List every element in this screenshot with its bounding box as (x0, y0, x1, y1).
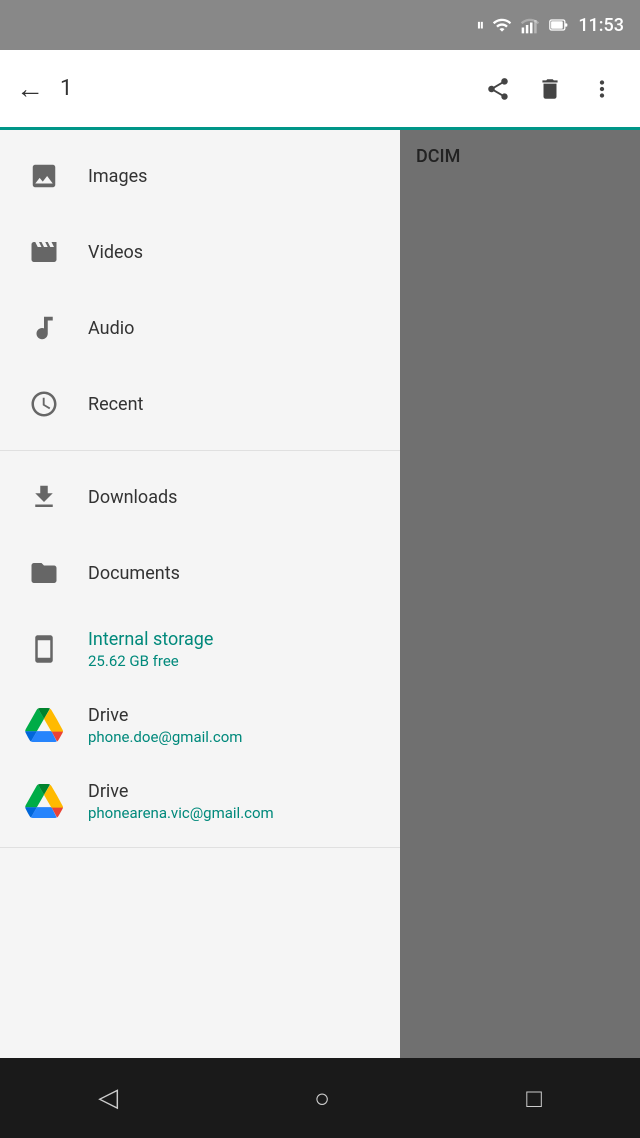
toolbar-title: 1 (60, 76, 476, 101)
documents-icon-container (20, 549, 68, 597)
nav-home-button[interactable]: ○ (314, 1083, 330, 1114)
drive-1-label: Drive (88, 705, 242, 726)
folder-name: DCIM (416, 146, 460, 167)
sidebar-item-images[interactable]: Images (0, 138, 400, 214)
status-bar: ⏸ 11:53 (0, 0, 640, 50)
videos-label: Videos (88, 242, 143, 263)
internal-storage-sublabel: 25.62 GB free (88, 652, 213, 670)
nav-bar: ◁ ○ □ (0, 1058, 640, 1138)
back-button[interactable]: ← (16, 75, 44, 103)
toolbar-actions (476, 67, 624, 111)
share-button[interactable] (476, 67, 520, 111)
right-panel: DCIM (400, 130, 640, 1058)
drive-icon-1 (25, 706, 63, 744)
delete-button[interactable] (528, 67, 572, 111)
drive-1-icon-container (20, 701, 68, 749)
drive-1-content: Drive phone.doe@gmail.com (88, 705, 242, 746)
internal-storage-label: Internal storage (88, 629, 213, 650)
battery-icon (548, 15, 570, 35)
clock-icon (29, 389, 59, 419)
drive-2-content: Drive phonearena.vic@gmail.com (88, 781, 274, 822)
status-time: 11:53 (578, 15, 624, 36)
more-button[interactable] (580, 67, 624, 111)
audio-label: Audio (88, 318, 134, 339)
signal-icon (520, 15, 540, 35)
drawer: Images Videos Audio (0, 130, 400, 1058)
nav-back-button[interactable]: ◁ (98, 1083, 118, 1113)
phone-icon-container (20, 625, 68, 673)
recent-icon-container (20, 380, 68, 428)
internal-storage-content: Internal storage 25.62 GB free (88, 629, 213, 670)
sidebar-item-drive-1[interactable]: Drive phone.doe@gmail.com (0, 687, 400, 763)
downloads-icon-container (20, 473, 68, 521)
drawer-section-storage: Downloads Documents Int (0, 451, 400, 848)
status-icons: ⏸ 11:53 (476, 15, 624, 36)
audio-icon-container (20, 304, 68, 352)
toolbar: ← 1 (0, 50, 640, 130)
folder-icon (29, 558, 59, 588)
videos-icon-container (20, 228, 68, 276)
phone-icon (29, 634, 59, 664)
audio-icon (29, 313, 59, 343)
images-icon-container (20, 152, 68, 200)
drawer-section-media: Images Videos Audio (0, 130, 400, 451)
sidebar-item-drive-2[interactable]: Drive phonearena.vic@gmail.com (0, 763, 400, 839)
delete-icon (537, 76, 563, 102)
pause-icon: ⏸ (476, 15, 484, 35)
drive-2-sublabel: phonearena.vic@gmail.com (88, 804, 274, 822)
sidebar-item-recent[interactable]: Recent (0, 366, 400, 442)
recent-label: Recent (88, 394, 143, 415)
nav-recent-button[interactable]: □ (526, 1083, 542, 1114)
sidebar-item-downloads[interactable]: Downloads (0, 459, 400, 535)
drive-2-icon-container (20, 777, 68, 825)
download-icon (29, 482, 59, 512)
downloads-label: Downloads (88, 487, 177, 508)
wifi-icon (492, 15, 512, 35)
images-label: Images (88, 166, 147, 187)
video-icon (29, 237, 59, 267)
documents-label: Documents (88, 563, 180, 584)
drive-1-sublabel: phone.doe@gmail.com (88, 728, 242, 746)
sidebar-item-documents[interactable]: Documents (0, 535, 400, 611)
more-icon (589, 76, 615, 102)
sidebar-item-audio[interactable]: Audio (0, 290, 400, 366)
image-icon (29, 161, 59, 191)
sidebar-item-videos[interactable]: Videos (0, 214, 400, 290)
drive-2-label: Drive (88, 781, 274, 802)
drive-icon-2 (25, 782, 63, 820)
share-icon (485, 76, 511, 102)
sidebar-item-internal-storage[interactable]: Internal storage 25.62 GB free (0, 611, 400, 687)
main-content: Images Videos Audio (0, 130, 640, 1058)
